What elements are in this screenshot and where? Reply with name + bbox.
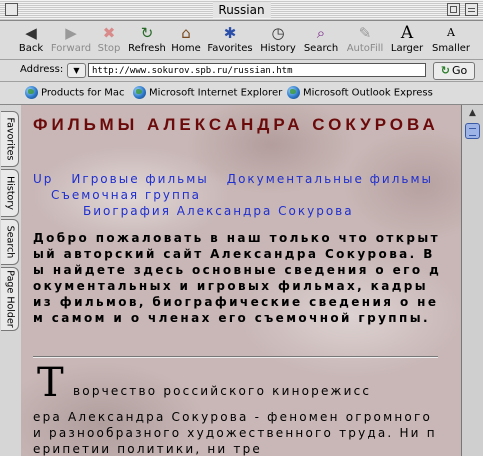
tab-page-holder-label: Page Holder bbox=[4, 270, 15, 328]
chevron-down-icon: ▼ bbox=[73, 66, 80, 75]
larger-text-button[interactable]: A Larger bbox=[389, 23, 425, 54]
forward-arrow-icon: ▶ bbox=[65, 24, 77, 42]
globe-icon bbox=[133, 86, 146, 99]
favorites-button[interactable]: ✱ Favorites bbox=[205, 23, 255, 54]
favorite-microsoft-internet-explorer[interactable]: Microsoft Internet Explorer bbox=[133, 86, 282, 101]
globe-icon bbox=[287, 86, 300, 99]
favorites-icon: ✱ bbox=[223, 24, 237, 42]
go-button-label: Go bbox=[451, 64, 468, 77]
refresh-button[interactable]: ↻ Refresh bbox=[126, 23, 168, 54]
search-button[interactable]: ⌕ Search bbox=[302, 23, 340, 54]
history-icon: ◷ bbox=[271, 24, 285, 42]
collapse-window-button[interactable] bbox=[465, 3, 478, 16]
link-crew[interactable]: Съемочная группа bbox=[51, 188, 201, 202]
body-rest: ера Александра Сокурова - феномен огромн… bbox=[33, 410, 437, 456]
search-button-label: Search bbox=[303, 43, 339, 54]
address-dropdown-button[interactable]: ▼ bbox=[67, 63, 86, 78]
zoom-window-button[interactable] bbox=[447, 3, 460, 16]
tab-history-label: History bbox=[4, 176, 15, 210]
favorites-button-label: Favorites bbox=[207, 43, 253, 54]
link-documentaries[interactable]: Документальные фильмы bbox=[227, 172, 433, 186]
home-icon: ⌂ bbox=[181, 24, 191, 42]
page-content[interactable]: ФИЛЬМЫ АЛЕКСАНДРА СОКУРОВА Up Игровые фил… bbox=[21, 105, 461, 456]
window-title: Russian bbox=[212, 2, 271, 18]
autofill-button-label: AutoFill bbox=[346, 43, 384, 54]
stop-button-label: Stop bbox=[97, 43, 121, 54]
autofill-icon: ✎ bbox=[358, 24, 372, 42]
go-button[interactable]: ↻ Go bbox=[433, 62, 475, 80]
tab-search-label: Search bbox=[4, 225, 15, 259]
page-title: ФИЛЬМЫ АЛЕКСАНДРА СОКУРОВА bbox=[33, 115, 439, 134]
address-input[interactable]: http://www.sokurov.spb.ru/russian.htm bbox=[88, 63, 426, 77]
favorite-products-for-mac[interactable]: Products for Mac bbox=[25, 86, 125, 101]
address-label: Address: bbox=[20, 64, 64, 75]
favorite-label: Microsoft Internet Explorer bbox=[149, 87, 283, 99]
smaller-button-label: Smaller bbox=[431, 43, 471, 54]
stop-icon: ✖ bbox=[102, 24, 116, 42]
go-arrow-icon: ↻ bbox=[440, 64, 450, 77]
back-button-label: Back bbox=[18, 43, 44, 54]
home-button[interactable]: ⌂ Home bbox=[171, 23, 201, 54]
history-button-label: History bbox=[260, 43, 296, 54]
forward-button[interactable]: ▶ Forward bbox=[50, 23, 92, 54]
stop-button[interactable]: ✖ Stop bbox=[95, 23, 123, 54]
tab-favorites-label: Favorites bbox=[4, 117, 15, 161]
refresh-button-label: Refresh bbox=[128, 43, 166, 54]
smaller-text-button[interactable]: A Smaller bbox=[429, 23, 473, 54]
autofill-button[interactable]: ✎ AutoFill bbox=[344, 23, 386, 54]
text-larger-icon: A bbox=[400, 23, 414, 43]
scroll-up-arrow-icon[interactable]: ▲ bbox=[465, 107, 480, 119]
body-first-line: ворчество российского кинорежисс bbox=[73, 384, 372, 398]
favorite-label: Microsoft Outlook Express bbox=[303, 87, 433, 99]
tab-page-holder[interactable]: Page Holder bbox=[1, 267, 19, 331]
explorer-bar-tabs: Favorites History Search Page Holder bbox=[0, 105, 22, 456]
close-window-button[interactable] bbox=[5, 3, 18, 16]
vertical-scrollbar[interactable]: ▲ bbox=[461, 105, 483, 456]
tab-favorites[interactable]: Favorites bbox=[1, 111, 19, 167]
body-paragraph: ворчество российского кинорежисс ера Але… bbox=[33, 383, 445, 456]
back-button[interactable]: ◀ Back bbox=[14, 23, 48, 54]
larger-button-label: Larger bbox=[390, 43, 424, 54]
scrollbar-thumb[interactable] bbox=[465, 123, 480, 139]
globe-icon bbox=[25, 86, 38, 99]
intro-paragraph: Добро пожаловать в наш только что открыт… bbox=[33, 231, 442, 325]
search-icon: ⌕ bbox=[316, 24, 326, 42]
link-up[interactable]: Up bbox=[33, 172, 53, 186]
refresh-icon: ↻ bbox=[140, 24, 154, 42]
page-navigation: Up Игровые фильмы Документальные фильмы Съе… bbox=[33, 171, 445, 219]
favorite-microsoft-outlook-express[interactable]: Microsoft Outlook Express bbox=[287, 86, 433, 101]
window-title-bar[interactable]: Russian bbox=[0, 0, 483, 21]
link-feature-films[interactable]: Игровые фильмы bbox=[71, 172, 208, 186]
address-bar: Address: ▼ http://www.sokurov.spb.ru/rus… bbox=[0, 60, 483, 82]
forward-button-label: Forward bbox=[50, 43, 92, 54]
link-biography[interactable]: Биография Александра Сокурова bbox=[83, 204, 354, 218]
text-smaller-icon: A bbox=[447, 26, 455, 39]
history-button[interactable]: ◷ History bbox=[258, 23, 298, 54]
horizontal-rule bbox=[33, 356, 438, 358]
browser-toolbar: ◀ Back ▶ Forward ✖ Stop ↻ Refresh ⌂ Home… bbox=[0, 21, 483, 60]
favorites-bar: Products for Mac Microsoft Internet Expl… bbox=[0, 82, 483, 105]
favorite-label: Products for Mac bbox=[41, 87, 125, 99]
tab-history[interactable]: History bbox=[1, 169, 19, 217]
tab-search[interactable]: Search bbox=[1, 219, 19, 265]
back-arrow-icon: ◀ bbox=[25, 24, 37, 42]
home-button-label: Home bbox=[171, 43, 201, 54]
